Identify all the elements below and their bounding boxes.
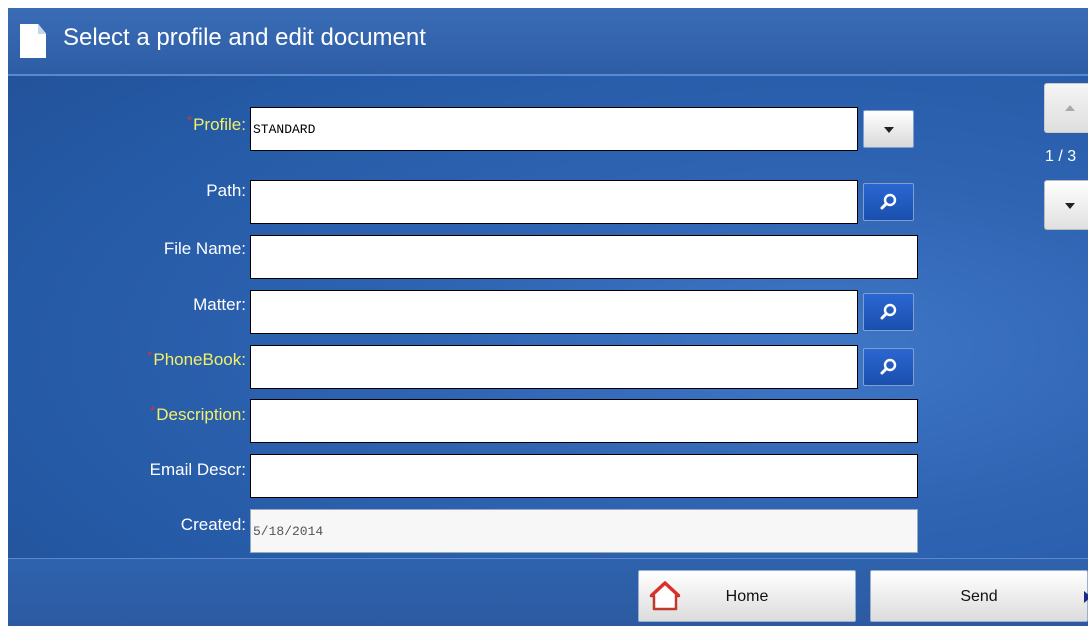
document-icon [20, 24, 46, 58]
required-marker: * [147, 348, 153, 363]
file-name-field[interactable] [250, 235, 918, 279]
page-up-button[interactable] [1044, 83, 1088, 133]
send-button[interactable]: Send [870, 570, 1088, 622]
description-label: *Description: [150, 403, 246, 425]
required-marker: * [187, 113, 193, 128]
page-title: Select a profile and edit document [63, 24, 426, 51]
matter-field[interactable] [250, 290, 858, 334]
page-indicator: 1 / 3 [1045, 148, 1077, 165]
home-button[interactable]: Home [638, 570, 856, 622]
phonebook-label: *PhoneBook: [147, 348, 246, 370]
phonebook-label-text: PhoneBook: [153, 350, 246, 369]
home-icon [649, 581, 681, 611]
path-label: Path: [206, 181, 246, 200]
title-bar: Select a profile and edit document [8, 8, 1088, 76]
email-descr-label: Email Descr: [149, 460, 246, 479]
email-descr-field[interactable] [250, 454, 918, 498]
matter-search-button[interactable] [863, 293, 914, 331]
chevron-up-icon [1065, 105, 1075, 111]
created-field [250, 509, 918, 553]
search-icon [880, 303, 896, 320]
description-field[interactable] [250, 399, 918, 443]
main-screen: Select a profile and edit document *Prof… [8, 8, 1088, 626]
path-field[interactable] [250, 180, 858, 224]
search-icon [880, 193, 896, 210]
search-icon [880, 358, 896, 375]
profile-label-text: Profile: [193, 115, 246, 134]
send-button-label: Send [960, 588, 998, 605]
chevron-down-icon [883, 127, 894, 133]
chevron-down-icon [1065, 203, 1075, 209]
arrow-right-icon [1084, 591, 1088, 603]
profile-field[interactable] [250, 107, 858, 151]
created-label: Created: [180, 515, 246, 534]
description-label-text: Description: [156, 405, 246, 424]
matter-label: Matter: [193, 295, 246, 314]
home-button-label: Home [725, 588, 769, 605]
profile-label: *Profile: [187, 113, 246, 135]
phonebook-field[interactable] [250, 345, 858, 389]
path-search-button[interactable] [863, 183, 914, 221]
file-name-label: File Name: [163, 239, 246, 258]
page-down-button[interactable] [1044, 180, 1088, 230]
profile-dropdown-button[interactable] [863, 110, 914, 148]
required-marker: * [150, 403, 156, 418]
phonebook-search-button[interactable] [863, 348, 914, 386]
